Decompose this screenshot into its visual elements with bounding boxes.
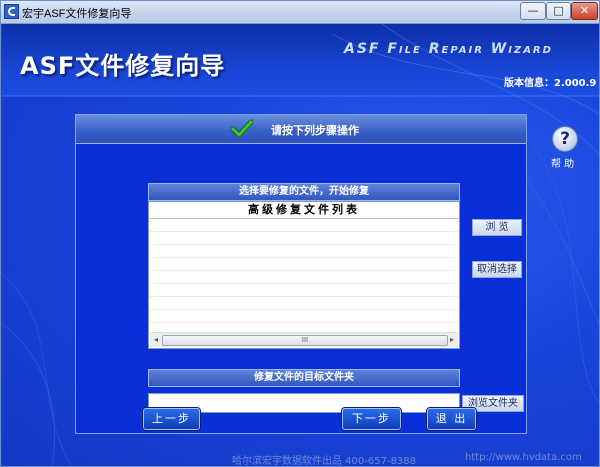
window-title: 宏宇ASF文件修复向导 — [22, 8, 132, 20]
list-row — [149, 245, 459, 258]
next-step-button[interactable]: 下一步 — [342, 408, 401, 430]
list-row — [149, 284, 459, 297]
deselect-button[interactable]: 取消选择 — [472, 261, 522, 278]
instruction-text: 请按下列步骤操作 — [271, 124, 359, 137]
title-bar[interactable]: 宏宇ASF文件修复向导 — □ ✕ — [1, 1, 599, 24]
horizontal-scrollbar[interactable]: ◂ III ▸ — [150, 332, 458, 347]
scroll-thumb[interactable]: III — [162, 335, 448, 346]
wizard-panel: 请按下列步骤操作 选择要修复的文件，开始修复 高级修复文件列表 ◂ III ▸ — [75, 114, 527, 434]
scroll-right-icon[interactable]: ▸ — [447, 335, 457, 345]
help-icon[interactable]: ? — [552, 126, 578, 152]
scroll-left-icon[interactable]: ◂ — [151, 335, 161, 345]
app-title: ASF文件修复向导 — [20, 52, 226, 80]
list-row — [149, 232, 459, 245]
list-row — [149, 310, 459, 323]
footer-url: http://www.hvdata.com — [465, 452, 582, 463]
version-info: 版本信息：2.000.9 — [504, 78, 597, 89]
list-row — [149, 297, 459, 310]
help-label[interactable]: 帮 助 — [551, 155, 574, 170]
exit-button[interactable]: 退 出 — [427, 408, 476, 430]
panel-header: 请按下列步骤操作 — [76, 115, 526, 144]
list-row — [149, 258, 459, 271]
minimize-button[interactable]: — — [520, 2, 546, 20]
app-icon[interactable] — [4, 4, 19, 19]
app-subtitle: ASF File Repair Wizard — [344, 41, 553, 57]
footer-company: 哈尔滨宏宇数据软件出品 400-657-8388 — [232, 456, 417, 466]
target-section-heading: 修复文件的目标文件夹 — [148, 369, 460, 387]
file-section-heading: 选择要修复的文件，开始修复 — [148, 183, 460, 201]
browse-button[interactable]: 浏 览 — [472, 219, 522, 236]
app-window: 宏宇ASF文件修复向导 — □ ✕ ASF文件修复向导 ASF File Rep… — [0, 0, 600, 467]
list-header: 高级修复文件列表 — [149, 202, 459, 219]
checkmark-icon — [231, 119, 253, 138]
close-button[interactable]: ✕ — [571, 2, 598, 20]
repair-file-list[interactable]: 高级修复文件列表 ◂ III ▸ — [148, 201, 460, 349]
maximize-button[interactable]: □ — [546, 2, 571, 20]
client-area: ASF文件修复向导 ASF File Repair Wizard 版本信息：2.… — [2, 24, 599, 466]
list-row — [149, 271, 459, 284]
prev-step-button[interactable]: 上一步 — [143, 408, 200, 430]
list-row — [149, 219, 459, 232]
